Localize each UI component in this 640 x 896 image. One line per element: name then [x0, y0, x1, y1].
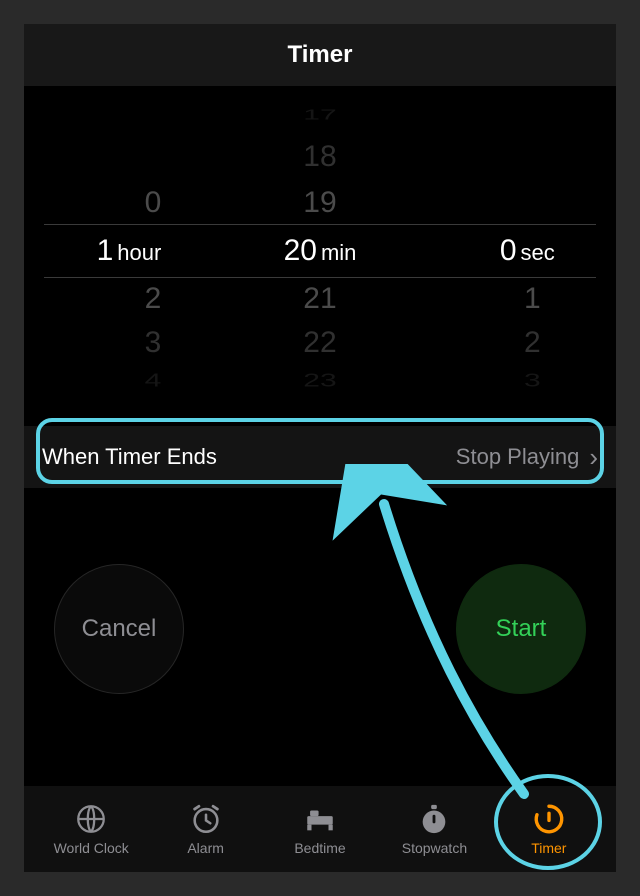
time-picker[interactable]: 0 1hour 2 3 4 17 18 19 20min 21 22 23: [24, 96, 616, 406]
picker-min-option[interactable]: 19: [221, 178, 418, 228]
tab-stopwatch[interactable]: Stopwatch: [377, 802, 491, 856]
picker-hours-option[interactable]: 2: [24, 274, 221, 324]
app-frame: Timer 0 1hour 2 3 4 17 18 19 20min: [24, 24, 616, 872]
picker-seconds-column[interactable]: 0sec 1 2 3: [419, 96, 616, 406]
timer-end-label: When Timer Ends: [42, 444, 456, 470]
timer-icon: [530, 802, 568, 836]
tab-label: Timer: [531, 840, 566, 856]
tab-bedtime[interactable]: Bedtime: [263, 802, 377, 856]
picker-hours-column[interactable]: 0 1hour 2 3 4: [24, 96, 221, 406]
tab-label: Stopwatch: [402, 840, 467, 856]
tab-label: Alarm: [187, 840, 224, 856]
tab-timer[interactable]: Timer: [492, 802, 606, 856]
start-button[interactable]: Start: [456, 564, 586, 694]
picker-minutes-column[interactable]: 17 18 19 20min 21 22 23: [221, 96, 418, 406]
picker-hours-selected: 1hour: [24, 226, 221, 276]
tab-alarm[interactable]: Alarm: [148, 802, 262, 856]
tab-bar: World Clock Alarm Bedtime: [24, 786, 616, 872]
picker-hours-option[interactable]: 4: [24, 366, 221, 396]
picker-min-option[interactable]: 17: [221, 103, 418, 128]
picker-sec-option[interactable]: 1: [419, 274, 616, 324]
navbar: Timer: [24, 24, 616, 86]
tab-world-clock[interactable]: World Clock: [34, 802, 148, 856]
tab-label: Bedtime: [294, 840, 345, 856]
globe-icon: [72, 802, 110, 836]
stopwatch-icon: [415, 802, 453, 836]
picker-min-option[interactable]: 22: [221, 318, 418, 368]
chevron-right-icon: ›: [589, 442, 598, 473]
picker-min-option[interactable]: 23: [221, 366, 418, 396]
page-title: Timer: [288, 41, 353, 69]
bed-icon: [301, 802, 339, 836]
timer-end-row[interactable]: When Timer Ends Stop Playing ›: [24, 426, 616, 488]
timer-end-value: Stop Playing: [456, 444, 580, 470]
picker-sec-option[interactable]: 3: [419, 366, 616, 396]
tab-label: World Clock: [54, 840, 129, 856]
picker-hours-option[interactable]: 3: [24, 318, 221, 368]
picker-min-selected: 20min: [221, 226, 418, 276]
picker-min-option[interactable]: 18: [221, 132, 418, 182]
picker-sec-selected: 0sec: [419, 226, 616, 276]
picker-min-option[interactable]: 21: [221, 274, 418, 324]
picker-sec-option[interactable]: 2: [419, 318, 616, 368]
button-row: Cancel Start: [24, 544, 616, 714]
picker-hours-option[interactable]: 0: [24, 178, 221, 228]
picker-sec-option[interactable]: [419, 178, 616, 228]
cancel-button[interactable]: Cancel: [54, 564, 184, 694]
alarm-clock-icon: [187, 802, 225, 836]
